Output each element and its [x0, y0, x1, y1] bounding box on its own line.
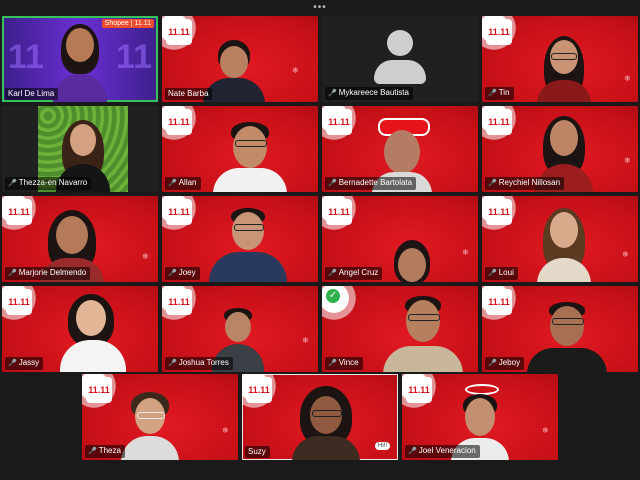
participant-tile[interactable]: 11.11 ❄ 🎤 Joshua Torres [162, 286, 318, 372]
shopee-logo: 11.11 [486, 199, 512, 225]
participant-name: 🎤 Bernadette Bartolata [325, 177, 417, 190]
participant-name: Karl De Lima [5, 88, 59, 100]
shopee-logo: 11.11 [486, 289, 512, 315]
mic-muted-icon: 🎤 [408, 448, 417, 455]
shopee-logo: 11.11 [6, 289, 32, 315]
participant-tile[interactable]: ✓ 🎤 Vince [322, 286, 478, 372]
participant-name: 🎤 Joel Veneracion [405, 445, 480, 458]
participant-video [382, 196, 442, 282]
participant-tile[interactable]: 11.11 ❄ 🎤 Tin [482, 16, 638, 102]
participant-name: Suzy [245, 446, 270, 458]
participant-name: 🎤 Loui [485, 267, 518, 280]
participant-name: 🎤 Tin [485, 87, 514, 100]
participant-grid-last-row: 11.11 ❄ 🎤Theza 11.11 Hi!! Suzy 11.11 ❄ [82, 374, 558, 460]
mic-muted-icon: 🎤 [168, 180, 177, 187]
shopee-logo: 11.11 [326, 199, 352, 225]
participant-video [203, 196, 293, 282]
mic-muted-icon: 🎤 [488, 180, 497, 187]
mic-muted-icon: 🎤 [488, 90, 497, 97]
mic-muted-icon: 🎤 [8, 180, 17, 187]
checkmark-icon: ✓ [326, 289, 340, 303]
snowflake-icon: ❄ [292, 66, 299, 75]
participant-tile[interactable]: 🎤 Mykareece Bautista [322, 16, 478, 102]
snowflake-icon: ❄ [302, 336, 309, 345]
mic-muted-icon: 🎤 [168, 270, 177, 277]
participant-name: 🎤 Joey [165, 267, 200, 280]
shopee-logo: 11.11 [166, 289, 192, 315]
participant-video [521, 286, 611, 372]
participant-name: 🎤 Reychiel Nillosan [485, 177, 565, 190]
participant-tile[interactable]: 11.11 ❄ 🎤 Loui [482, 196, 638, 282]
mic-muted-icon: 🎤 [488, 360, 497, 367]
participant-name: 🎤 Mykareece Bautista [325, 87, 413, 100]
participant-tile[interactable]: 11.11 🎤 Bernadette Bartolata [322, 106, 478, 192]
participant-tile[interactable]: 11.11 🎤 Joey [162, 196, 318, 282]
more-options-icon[interactable]: ••• [0, 3, 640, 13]
snowflake-icon: ❄ [462, 248, 469, 257]
participant-tile[interactable]: 11.11 ❄ 🎤 Joel Veneracion [402, 374, 558, 460]
participant-video [52, 286, 132, 372]
participant-video [205, 106, 295, 192]
participant-name: 🎤 Marjorie Delmendo [5, 267, 91, 280]
shopee-logo: 11.11 [486, 109, 512, 135]
shopee-logo: 11.11 [406, 377, 432, 403]
participant-video [377, 286, 467, 372]
participant-video [529, 16, 599, 102]
shopee-logo: 11.11 [486, 19, 512, 45]
participant-name: 🎤 Jeboy [485, 357, 525, 370]
avatar-body [374, 60, 426, 84]
participant-name: 🎤 Allan [165, 177, 201, 190]
mic-muted-icon: 🎤 [168, 360, 177, 367]
participant-tile[interactable]: 11.11 ❄ 🎤 Theza [82, 374, 238, 460]
participant-tile[interactable]: 🎤 Thezza-en Navarro [2, 106, 158, 192]
participant-video [286, 374, 366, 460]
shopee-logo: 11.11 [6, 199, 32, 225]
participant-name: 🎤 Jassy [5, 357, 44, 370]
mic-muted-icon: 🎤 [88, 448, 97, 455]
mic-muted-icon: 🎤 [328, 360, 337, 367]
avatar-head [387, 30, 413, 56]
shopee-logo: 11.11 [166, 109, 192, 135]
mic-muted-icon: 🎤 [8, 270, 17, 277]
participant-name: Nate Barba [165, 88, 213, 100]
snowflake-icon: ❄ [624, 74, 631, 83]
participant-tile[interactable]: 11.11 ❄ Nate Barba [162, 16, 318, 102]
background-text: 11 [116, 38, 152, 76]
snowflake-icon: ❄ [622, 250, 629, 259]
participant-grid: 11 11 Shopee | 11.11 Karl De Lima 11.11 … [2, 16, 638, 372]
participant-tile[interactable]: 11 11 Shopee | 11.11 Karl De Lima [2, 16, 158, 102]
speech-bubble: Hi!! [375, 442, 390, 450]
snowflake-icon: ❄ [624, 156, 631, 165]
mic-muted-icon: 🎤 [328, 90, 337, 97]
shopee-logo: 11.11 [166, 19, 192, 45]
participant-tile[interactable]: 11.11 ❄ 🎤 Angel Cruz [322, 196, 478, 282]
participant-name: 🎤 Vince [325, 357, 363, 370]
participant-video [115, 374, 185, 460]
participant-name: 🎤 Theza [85, 445, 125, 458]
mic-muted-icon: 🎤 [8, 360, 17, 367]
background-text: 11 [8, 38, 44, 76]
participant-tile[interactable]: 11.11 Hi!! Suzy [242, 374, 398, 460]
participant-name: 🎤 Joshua Torres [165, 357, 233, 370]
participant-tile[interactable]: 11.11 🎤 Jassy [2, 286, 158, 372]
participant-tile[interactable]: 11.11 ❄ 🎤 Marjorie Delmendo [2, 196, 158, 282]
shopee-logo: 11.11 [86, 377, 112, 403]
participant-tile[interactable]: 11.11 🎤 Jeboy [482, 286, 638, 372]
participant-video [529, 196, 599, 282]
shopee-logo: 11.11 [326, 109, 352, 135]
participant-tile[interactable]: 11.11 ❄ 🎤 Reychiel Nillosan [482, 106, 638, 192]
shopee-logo: 11.11 [246, 377, 272, 403]
mic-muted-icon: 🎤 [488, 270, 497, 277]
shopee-logo: 11.11 [166, 199, 192, 225]
participant-name: 🎤 Thezza-en Navarro [5, 177, 92, 190]
mic-muted-icon: 🎤 [328, 180, 337, 187]
participant-tile[interactable]: 11.11 🎤 Allan [162, 106, 318, 192]
snowflake-icon: ❄ [222, 426, 229, 435]
snowflake-icon: ❄ [142, 252, 149, 261]
snowflake-icon: ❄ [542, 426, 549, 435]
participant-name: 🎤 Angel Cruz [325, 267, 383, 280]
mic-muted-icon: 🎤 [328, 270, 337, 277]
